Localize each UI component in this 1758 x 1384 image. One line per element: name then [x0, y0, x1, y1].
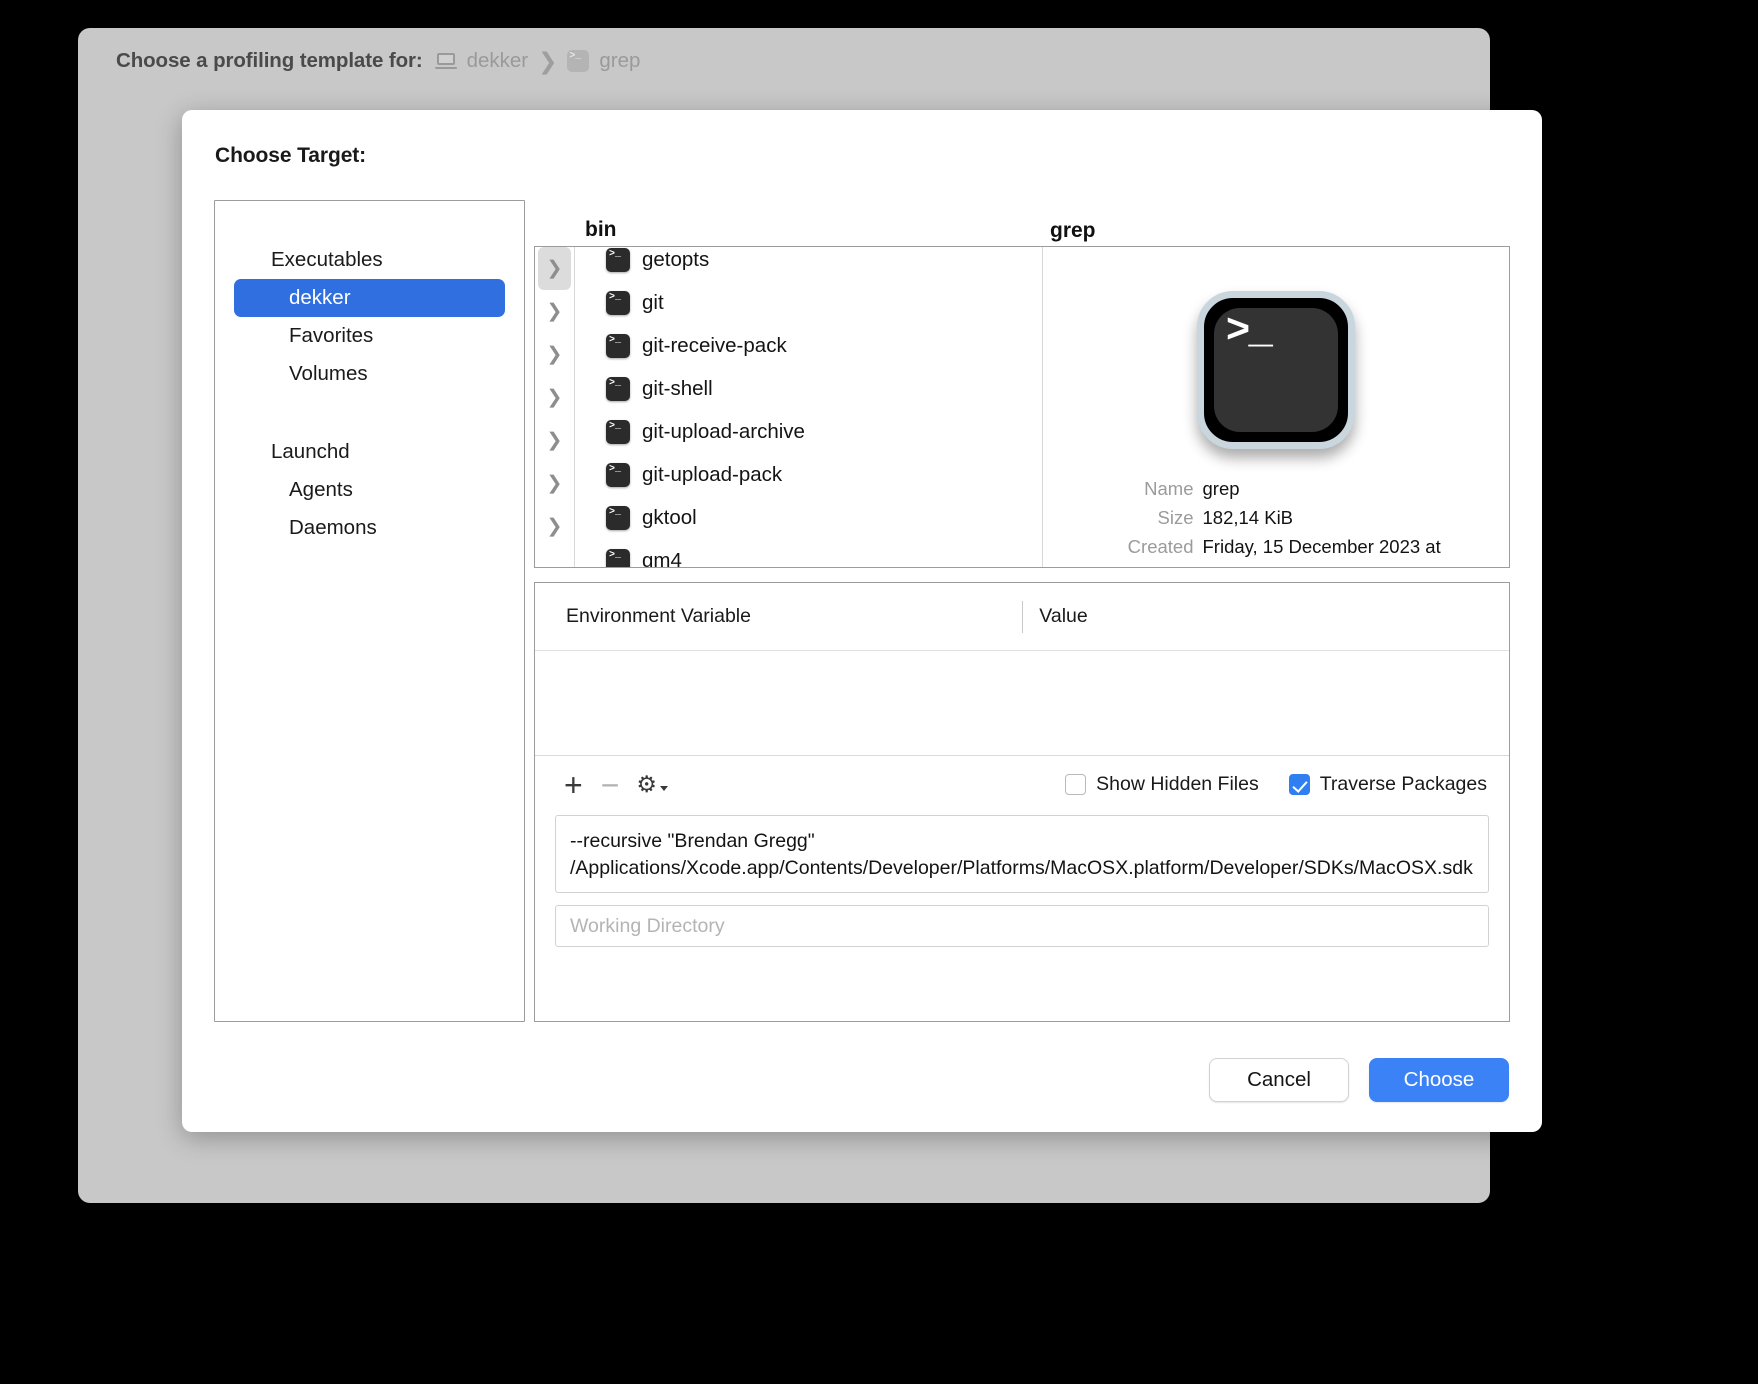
laptop-icon: [434, 53, 457, 69]
list-item[interactable]: git-upload-archive: [583, 410, 1034, 453]
terminal-icon: [606, 419, 630, 444]
chevron-right-icon[interactable]: ❯: [538, 462, 571, 505]
terminal-icon: [567, 50, 590, 72]
metadata-row-created: Created Friday, 15 December 2023 at: [1043, 533, 1510, 561]
show-hidden-files-checkbox[interactable]: Show Hidden Files: [1065, 773, 1259, 796]
column-header-environment-variable: Environment Variable: [566, 605, 751, 627]
list-item-label: gm4: [642, 548, 682, 568]
metadata-value: grep: [1202, 478, 1240, 499]
gear-menu-button[interactable]: ⚙: [628, 773, 676, 796]
choose-target-sheet: Choose Target: Executables dekker Favori…: [182, 110, 1542, 1132]
page-title: Choose Target:: [215, 144, 367, 167]
sidebar-item-dekker[interactable]: dekker: [234, 279, 505, 317]
terminal-icon: [606, 247, 630, 272]
checkbox-box[interactable]: [1065, 774, 1087, 795]
list-item-label: git-upload-archive: [642, 419, 805, 443]
arguments-input[interactable]: --recursive "Brendan Gregg" /Application…: [555, 815, 1489, 893]
file-browser: ❯ ❯ ❯ ❯ ❯ ❯ ❯ getopts git git: [534, 246, 1510, 568]
file-detail-pane: >_ Name grep Size 182,14 KiB Created Fri…: [1042, 247, 1510, 567]
list-item-label: getopts: [642, 247, 710, 271]
column-header-value: Value: [1039, 605, 1088, 627]
bin-file-list[interactable]: getopts git git-receive-pack git-shell g…: [575, 247, 1043, 567]
terminal-icon: [606, 462, 630, 487]
chevron-right-icon[interactable]: ❯: [538, 419, 571, 462]
window-titlebar: Choose a profiling template for: dekker …: [78, 28, 1490, 94]
metadata-label: Size: [1157, 507, 1194, 528]
environment-panel: Environment Variable Value + − ⚙ Show Hi…: [534, 582, 1510, 1022]
terminal-icon: [606, 376, 630, 401]
choose-button[interactable]: Choose: [1369, 1058, 1509, 1102]
source-group-executables[interactable]: Executables: [234, 241, 505, 279]
list-item[interactable]: git-shell: [583, 367, 1034, 410]
terminal-icon: [606, 333, 630, 358]
terminal-icon: [606, 505, 630, 530]
column-header-grep: grep: [1050, 219, 1096, 242]
breadcrumb-item-device[interactable]: dekker: [467, 49, 529, 73]
list-item-label: git: [642, 290, 664, 314]
chevron-right-icon[interactable]: ❯: [538, 376, 571, 419]
metadata-label: Created: [1127, 536, 1194, 557]
gear-icon: ⚙: [636, 771, 657, 797]
sidebar-item-agents[interactable]: Agents: [234, 471, 505, 509]
remove-variable-button[interactable]: −: [592, 769, 629, 801]
source-list-gap: [215, 393, 524, 433]
environment-table-header: Environment Variable Value: [535, 583, 1509, 651]
chevron-right-icon[interactable]: ❯: [538, 247, 571, 290]
checkbox-box[interactable]: [1288, 774, 1310, 795]
column-header-bin: bin: [585, 218, 617, 241]
file-metadata: Name grep Size 182,14 KiB Created Friday…: [1043, 475, 1510, 567]
list-item[interactable]: gm4: [583, 539, 1034, 568]
metadata-value: Friday, 15 December 2023 at: [1202, 536, 1441, 557]
list-item-label: gktool: [642, 505, 697, 529]
list-item[interactable]: git-receive-pack: [583, 324, 1034, 367]
checkbox-label: Show Hidden Files: [1096, 773, 1259, 795]
disclosure-column: ❯ ❯ ❯ ❯ ❯ ❯ ❯: [535, 247, 575, 567]
chevron-right-icon[interactable]: ❯: [538, 333, 571, 376]
background-window: Choose a profiling template for: dekker …: [78, 28, 1542, 1203]
metadata-label: Name: [1144, 478, 1194, 499]
source-group-launchd[interactable]: Launchd: [234, 433, 505, 471]
chevron-right-icon[interactable]: ❯: [538, 505, 571, 548]
metadata-row-size: Size 182,14 KiB: [1043, 504, 1510, 532]
terminal-app-icon: >_: [1196, 291, 1355, 449]
list-item[interactable]: getopts: [583, 247, 1034, 281]
source-list: Executables dekker Favorites Volumes Lau…: [214, 200, 525, 1022]
working-directory-input[interactable]: Working Directory: [555, 905, 1489, 947]
environment-table-body[interactable]: [535, 651, 1509, 751]
titlebar-label: Choose a profiling template for:: [116, 49, 423, 72]
prompt-glyph: >_: [1225, 309, 1273, 355]
terminal-icon: [606, 548, 630, 567]
working-directory-placeholder: Working Directory: [570, 914, 725, 937]
checkbox-label: Traverse Packages: [1319, 773, 1487, 795]
list-item[interactable]: gktool: [583, 496, 1034, 539]
list-item[interactable]: git-upload-pack: [583, 453, 1034, 496]
breadcrumb: dekker ❯ grep: [434, 47, 640, 75]
terminal-icon: [606, 290, 630, 315]
breadcrumb-item-target[interactable]: grep: [599, 49, 640, 73]
add-variable-button[interactable]: +: [555, 769, 592, 801]
cancel-button[interactable]: Cancel: [1209, 1058, 1349, 1102]
environment-toolbar: + − ⚙ Show Hidden Files Traverse Package…: [535, 755, 1509, 813]
list-item[interactable]: git: [583, 281, 1034, 324]
chevron-right-icon: ❯: [538, 47, 558, 74]
list-item-label: git-receive-pack: [642, 333, 787, 357]
metadata-value: 182,14 KiB: [1202, 507, 1294, 528]
chevron-right-icon[interactable]: ❯: [538, 290, 571, 333]
sidebar-item-daemons[interactable]: Daemons: [234, 509, 505, 547]
traverse-packages-checkbox[interactable]: Traverse Packages: [1288, 773, 1487, 796]
chevron-down-icon: [660, 786, 668, 791]
sheet-footer: Cancel Choose: [1209, 1058, 1509, 1102]
list-item-label: git-shell: [642, 376, 713, 400]
sidebar-item-volumes[interactable]: Volumes: [234, 355, 505, 393]
sidebar-item-favorites[interactable]: Favorites: [234, 317, 505, 355]
metadata-row-name: Name grep: [1043, 475, 1510, 503]
list-item-label: git-upload-pack: [642, 462, 783, 486]
